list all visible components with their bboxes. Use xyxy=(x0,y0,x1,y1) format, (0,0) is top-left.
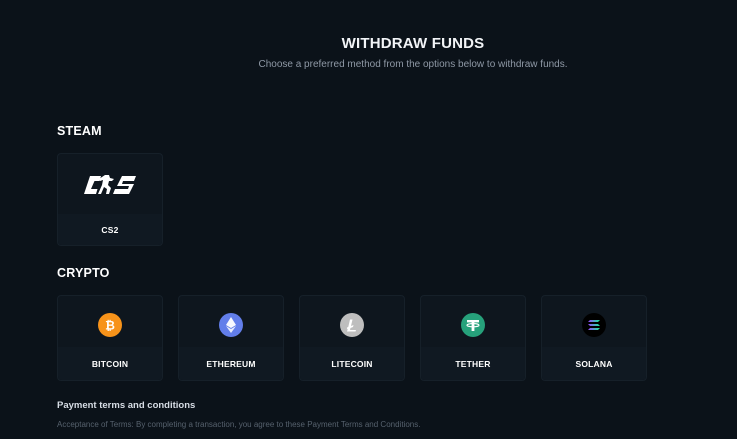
svg-text:₿: ₿ xyxy=(105,318,115,332)
withdraw-page: WITHDRAW FUNDS Choose a preferred method… xyxy=(0,0,737,439)
ethereum-card[interactable]: ETHEREUM xyxy=(178,295,284,381)
tether-card[interactable]: TETHER xyxy=(420,295,526,381)
bitcoin-card[interactable]: ₿ BITCOIN xyxy=(57,295,163,381)
cs2-logo xyxy=(58,154,162,216)
bitcoin-icon: ₿ xyxy=(98,312,122,337)
bitcoin-label: BITCOIN xyxy=(58,347,162,380)
terms-text: Acceptance of Terms: By completing a tra… xyxy=(57,420,421,429)
cs2-label: CS2 xyxy=(58,214,162,245)
ethereum-icon xyxy=(219,312,243,337)
steam-section-heading: STEAM xyxy=(57,124,102,138)
litecoin-label: LITECOIN xyxy=(300,347,404,380)
cs2-card[interactable]: CS2 xyxy=(57,153,163,246)
crypto-section-heading: CRYPTO xyxy=(57,266,110,280)
ethereum-label: ETHEREUM xyxy=(179,347,283,380)
cs2-logo-icon xyxy=(84,175,136,194)
page-title: WITHDRAW FUNDS xyxy=(341,35,485,52)
solana-card[interactable]: SOLANA xyxy=(541,295,647,381)
terms-title: Payment terms and conditions xyxy=(57,400,196,411)
litecoin-card[interactable]: LITECOIN xyxy=(299,295,405,381)
tether-icon xyxy=(461,312,485,337)
solana-label: SOLANA xyxy=(542,347,646,380)
tether-label: TETHER xyxy=(421,347,525,380)
litecoin-icon xyxy=(340,312,364,337)
solana-icon xyxy=(582,312,606,337)
page-subtitle: Choose a preferred method from the optio… xyxy=(258,59,568,70)
